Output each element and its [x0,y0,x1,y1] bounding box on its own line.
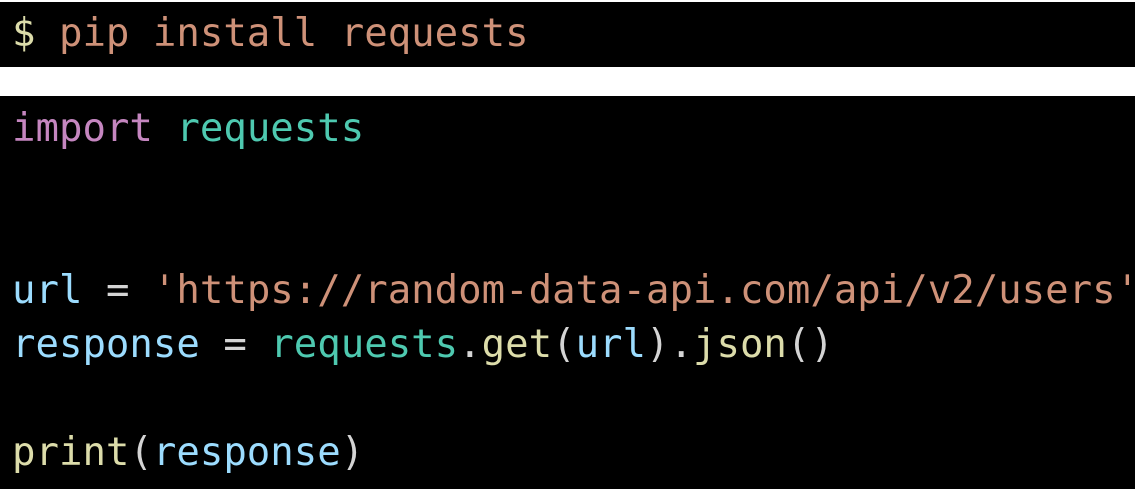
module-name: requests [176,106,365,151]
dot-operator: . [458,322,482,367]
call-parens: () [786,322,834,367]
json-method: json [692,322,787,367]
python-code-block: import requests url = 'https://random-dat… [0,96,1135,489]
response-variable: response [12,322,200,367]
dot-operator: . [669,322,693,367]
assign-operator: = [223,322,247,367]
print-function: print [12,430,130,475]
code-line-print: print(response) [12,426,1135,480]
open-paren: ( [552,322,576,367]
code-line-response: response = requests.get(url).json() [12,318,1135,372]
shell-command-block: $ pip install requests [0,2,1135,67]
module-name: requests [270,322,459,367]
close-paren: ) [646,322,670,367]
code-line-url: url = 'https://random-data-api.com/api/v… [12,264,1135,318]
assign-operator: = [105,268,130,313]
code-line-import: import requests [12,102,1135,156]
close-paren: ) [340,430,365,475]
get-function: get [481,322,553,367]
shell-command: pip install requests [58,11,529,56]
shell-prompt: $ [12,11,36,56]
response-argument: response [152,430,341,475]
open-paren: ( [129,430,153,475]
import-keyword: import [12,106,153,151]
url-string: 'https://random-data-api.com/api/v2/user… [152,268,1135,313]
url-variable: url [12,268,83,313]
url-argument: url [575,322,647,367]
shell-line: $ pip install requests [12,7,1135,61]
